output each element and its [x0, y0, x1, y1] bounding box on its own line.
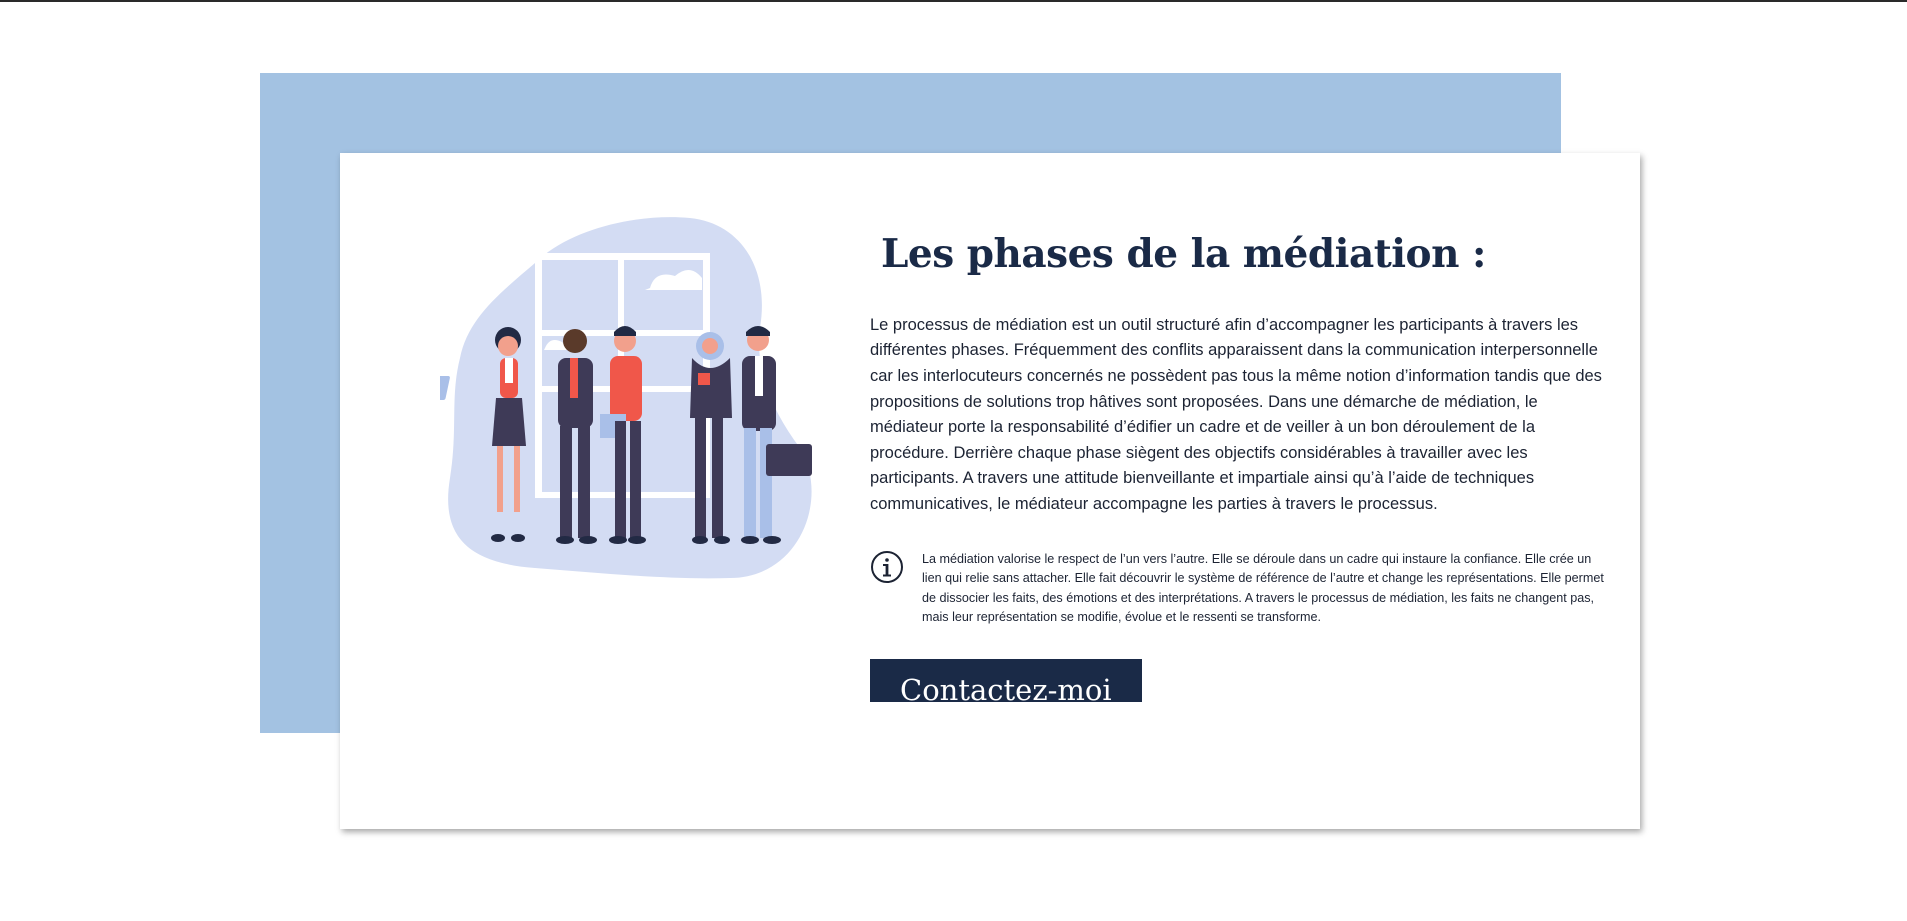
content-column: Les phases de la médiation : Le processu… — [870, 231, 1610, 707]
section-title: Les phases de la médiation : — [881, 231, 1486, 277]
section-body: Le processus de médiation est un outil s… — [870, 315, 1602, 514]
info-icon — [871, 550, 903, 583]
top-border — [0, 0, 1907, 2]
info-note-text: La médiation valorise le respect de l’un… — [922, 551, 1604, 625]
contact-button[interactable]: Contactez-moi — [870, 658, 1142, 707]
business-people-illustration — [440, 217, 812, 579]
content-card: Les phases de la médiation : Le processu… — [340, 153, 1640, 829]
info-note: La médiation valorise le respect de l’un… — [870, 550, 1610, 628]
